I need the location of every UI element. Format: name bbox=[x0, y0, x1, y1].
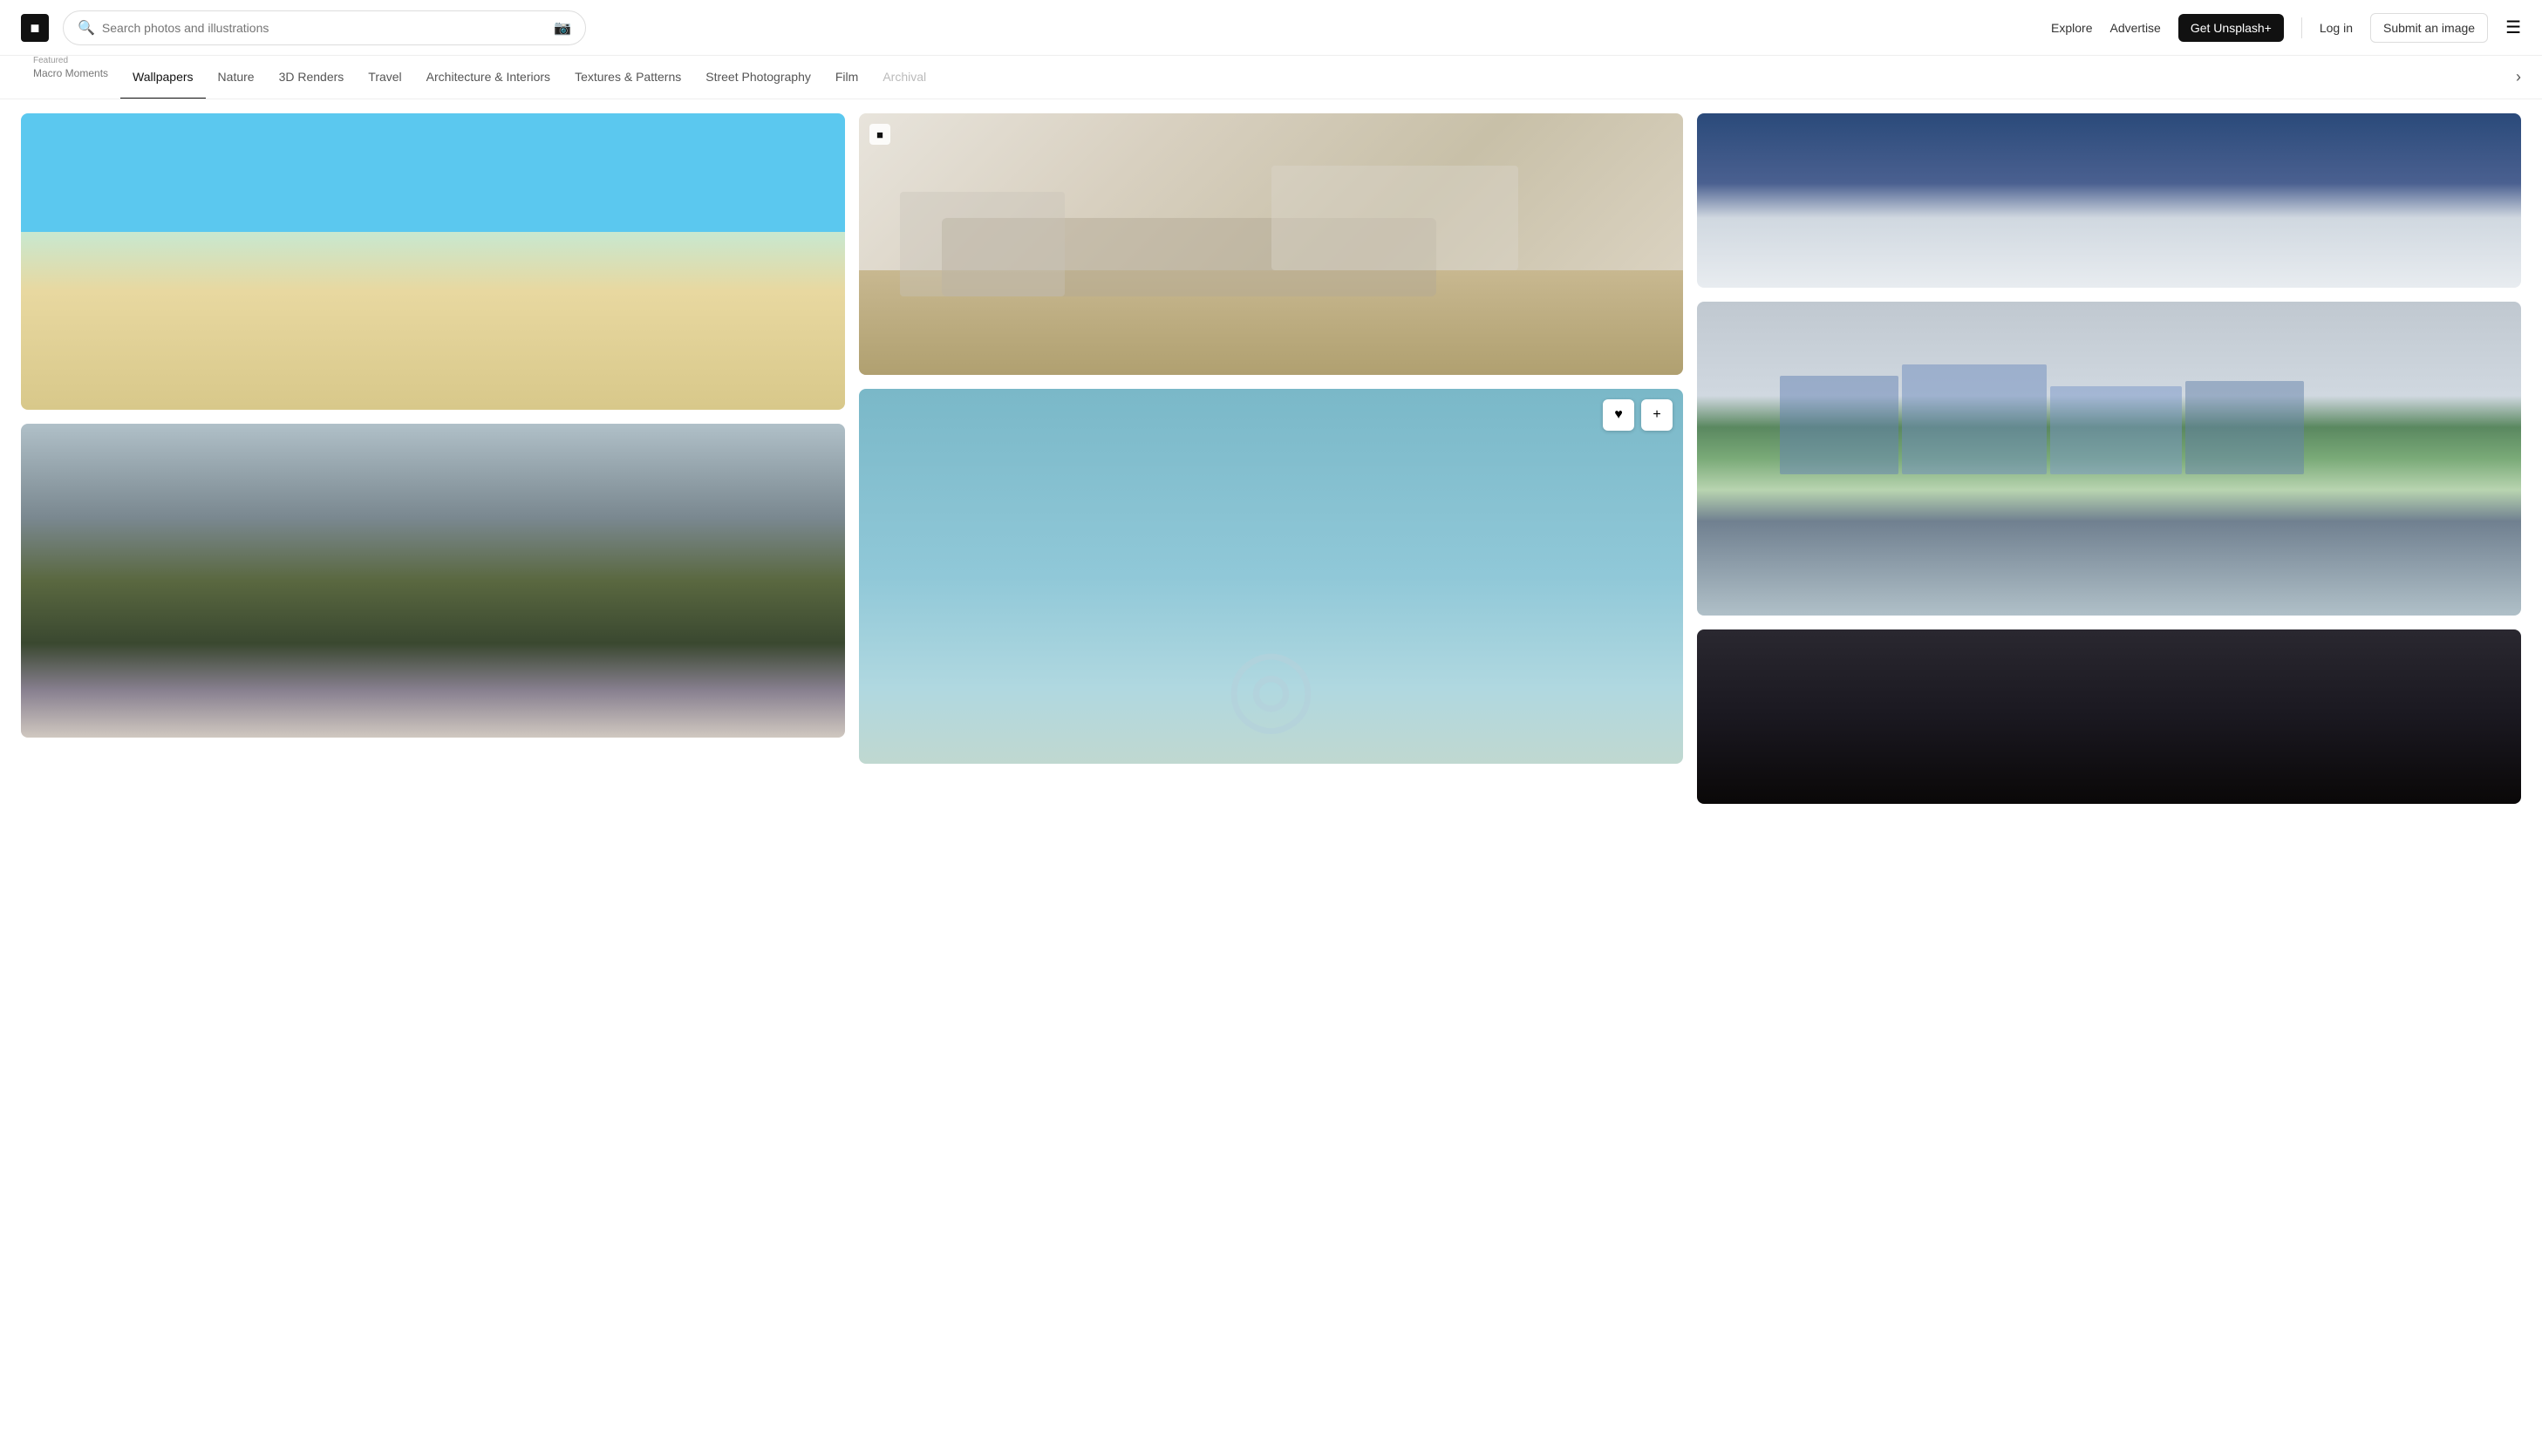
menu-button[interactable]: ☰ bbox=[2505, 17, 2521, 38]
camera-search-icon[interactable]: 📷 bbox=[554, 19, 571, 37]
tab-wallpapers[interactable]: Wallpapers bbox=[120, 56, 206, 99]
logo-icon: ■ bbox=[31, 20, 40, 36]
login-button[interactable]: Log in bbox=[2320, 21, 2353, 35]
tab-macro-moments[interactable]: Featured Macro Moments bbox=[21, 56, 120, 99]
nav-scroll-right[interactable]: › bbox=[2516, 68, 2521, 86]
image-card-ferris[interactable]: ♥ + bbox=[859, 389, 1683, 764]
explore-link[interactable]: Explore bbox=[2051, 21, 2092, 35]
grid-col-2: ■ ♥ + bbox=[859, 113, 1683, 804]
header: ■ 🔍 📷 Explore Advertise Get Unsplash+ Lo… bbox=[0, 0, 2542, 56]
tab-3d-renders[interactable]: 3D Renders bbox=[267, 56, 357, 99]
tab-label: Macro Moments bbox=[33, 67, 108, 79]
add-button[interactable]: + bbox=[1641, 399, 1673, 431]
like-button[interactable]: ♥ bbox=[1603, 399, 1634, 431]
tab-street-photography[interactable]: Street Photography bbox=[693, 56, 823, 99]
image-card-coastal[interactable] bbox=[1697, 302, 2521, 616]
header-nav: Explore Advertise Get Unsplash+ Log in S… bbox=[2051, 13, 2521, 43]
image-card-dark[interactable] bbox=[1697, 629, 2521, 804]
tab-film[interactable]: Film bbox=[823, 56, 870, 99]
tab-architecture-interiors[interactable]: Architecture & Interiors bbox=[414, 56, 562, 99]
tab-travel[interactable]: Travel bbox=[356, 56, 413, 99]
unsplash-logo-small: ■ bbox=[869, 124, 890, 145]
search-bar: 🔍 📷 bbox=[63, 10, 586, 45]
image-card-snowy[interactable] bbox=[1697, 113, 2521, 288]
featured-label: Featured bbox=[33, 56, 68, 65]
search-input[interactable] bbox=[102, 21, 547, 35]
get-unsplash-button[interactable]: Get Unsplash+ bbox=[2178, 14, 2284, 42]
image-card-beach[interactable] bbox=[21, 113, 845, 410]
advertise-link[interactable]: Advertise bbox=[2109, 21, 2160, 35]
main-content: ■ ♥ + bbox=[0, 99, 2542, 818]
image-card-mountain[interactable] bbox=[21, 424, 845, 738]
image-logo-overlay: ■ bbox=[869, 124, 890, 145]
grid-col-1 bbox=[21, 113, 845, 804]
tab-archival[interactable]: Archival bbox=[870, 56, 938, 99]
tab-textures-patterns[interactable]: Textures & Patterns bbox=[562, 56, 693, 99]
image-actions: ♥ + bbox=[1603, 399, 1673, 431]
tab-nature[interactable]: Nature bbox=[206, 56, 267, 99]
masonry-grid: ■ ♥ + bbox=[21, 113, 2521, 804]
submit-button[interactable]: Submit an image bbox=[2370, 13, 2488, 43]
grid-col-3 bbox=[1697, 113, 2521, 804]
search-icon: 🔍 bbox=[78, 19, 95, 37]
logo[interactable]: ■ bbox=[21, 14, 49, 42]
nav-tabs: Featured Macro Moments Wallpapers Nature… bbox=[0, 56, 2542, 99]
image-card-living-room[interactable]: ■ bbox=[859, 113, 1683, 375]
divider bbox=[2301, 17, 2302, 38]
